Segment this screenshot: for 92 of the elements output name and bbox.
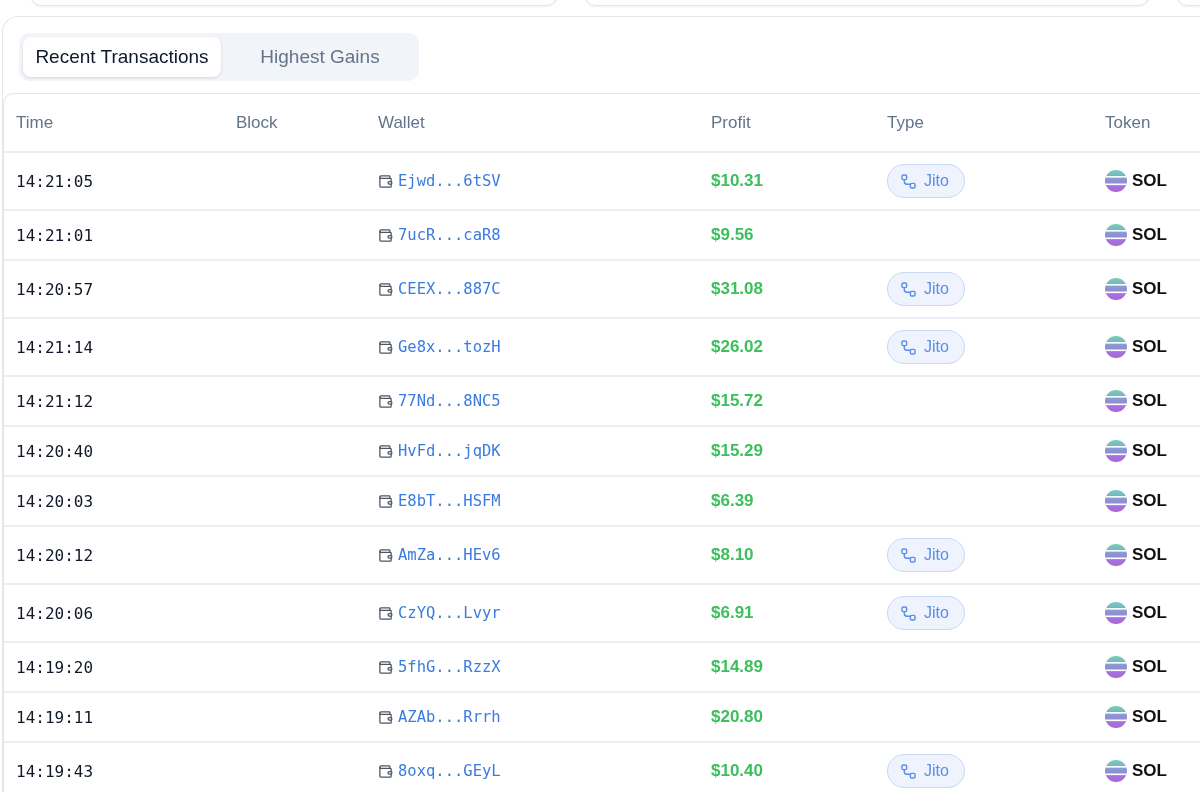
column-header: Wallet bbox=[378, 113, 426, 133]
profit-cell-text: $6.39 bbox=[711, 491, 755, 511]
wallet-icon bbox=[378, 763, 393, 779]
column-header: Type bbox=[887, 113, 925, 133]
profit-cell-text: $14.89 bbox=[711, 657, 764, 677]
wallet-link[interactable]: HvFd...jqDK bbox=[378, 442, 501, 460]
coin-icon bbox=[1105, 170, 1127, 192]
time-cell-text: 14:21:01 bbox=[16, 225, 95, 245]
wallet-icon bbox=[378, 173, 393, 189]
token-label: SOL bbox=[1132, 545, 1167, 565]
coin-icon bbox=[1105, 440, 1127, 462]
coin-icon bbox=[1105, 390, 1127, 412]
tab[interactable]: Recent Transactions bbox=[23, 37, 221, 77]
coin-icon bbox=[1105, 760, 1127, 782]
profit-cell-text: $26.02 bbox=[711, 337, 764, 357]
route-icon bbox=[901, 547, 916, 563]
wallet-icon bbox=[378, 393, 393, 409]
coin-icon bbox=[1105, 490, 1127, 512]
wallet-icon bbox=[378, 339, 393, 355]
time-cell-text: 14:20:12 bbox=[16, 545, 95, 565]
profit-cell-text: $6.91 bbox=[711, 603, 755, 623]
column-header: Profit bbox=[711, 113, 752, 133]
token-label: SOL bbox=[1132, 279, 1167, 299]
time-cell-text: 14:19:43 bbox=[16, 761, 95, 781]
time-cell-text: 14:20:06 bbox=[16, 603, 95, 623]
wallet-icon bbox=[378, 227, 393, 243]
profit-cell-text: $15.72 bbox=[711, 391, 764, 411]
route-icon bbox=[901, 173, 916, 189]
coin-icon bbox=[1105, 224, 1127, 246]
time-cell-text: 14:21:14 bbox=[16, 337, 95, 357]
coin-icon bbox=[1105, 656, 1127, 678]
wallet-icon bbox=[378, 605, 393, 621]
time-cell-text: 14:20:57 bbox=[16, 279, 95, 299]
tab[interactable]: Highest Gains bbox=[225, 37, 415, 77]
wallet-icon bbox=[378, 709, 393, 725]
profit-cell-text: $20.80 bbox=[711, 707, 764, 727]
profit-cell-text: $31.08 bbox=[711, 279, 764, 299]
token-label: SOL bbox=[1132, 603, 1167, 623]
token-label: SOL bbox=[1132, 491, 1167, 511]
coin-icon bbox=[1105, 336, 1127, 358]
profit-cell-text: $8.10 bbox=[711, 545, 755, 565]
wallet-link[interactable]: E8bT...HSFM bbox=[378, 492, 501, 510]
wallet-icon bbox=[378, 659, 393, 675]
type-label: Jito bbox=[924, 546, 949, 564]
column-header: Block bbox=[236, 113, 279, 133]
token-label: SOL bbox=[1132, 441, 1167, 461]
route-icon bbox=[901, 763, 916, 779]
token-label: SOL bbox=[1132, 337, 1167, 357]
time-cell-text: 14:19:20 bbox=[16, 657, 95, 677]
token-label: SOL bbox=[1132, 391, 1167, 411]
coin-icon bbox=[1105, 278, 1127, 300]
profit-cell-text: $10.31 bbox=[711, 171, 764, 191]
column-header: Time bbox=[16, 113, 55, 133]
type-label: Jito bbox=[924, 172, 949, 190]
wallet-link[interactable]: Ejwd...6tSV bbox=[378, 172, 501, 190]
route-icon bbox=[901, 605, 916, 621]
time-cell-text: 14:20:03 bbox=[16, 491, 95, 511]
wallet-icon bbox=[378, 493, 393, 509]
wallet-icon bbox=[378, 547, 393, 563]
token-label: SOL bbox=[1132, 657, 1167, 677]
wallet-link[interactable]: 7ucR...caR8 bbox=[378, 226, 501, 244]
coin-icon bbox=[1105, 602, 1127, 624]
wallet-link[interactable]: AZAb...Rrrh bbox=[378, 708, 501, 726]
profit-cell-text: $10.40 bbox=[711, 761, 764, 781]
route-icon bbox=[901, 281, 916, 297]
time-cell-text: 14:21:05 bbox=[16, 171, 95, 191]
wallet-link[interactable]: 77Nd...8NC5 bbox=[378, 392, 501, 410]
token-label: SOL bbox=[1132, 761, 1167, 781]
column-header: Token bbox=[1105, 113, 1152, 133]
time-cell-text: 14:19:11 bbox=[16, 707, 95, 727]
wallet-link[interactable]: Ge8x...tozH bbox=[378, 338, 501, 356]
wallet-link[interactable]: 8oxq...GEyL bbox=[378, 762, 501, 780]
token-label: SOL bbox=[1132, 171, 1167, 191]
profit-cell-text: $15.29 bbox=[711, 441, 764, 461]
wallet-link[interactable]: 5fhG...RzzX bbox=[378, 658, 501, 676]
type-label: Jito bbox=[924, 338, 949, 356]
wallet-link[interactable]: CzYQ...Lvyr bbox=[378, 604, 501, 622]
wallet-link[interactable]: AmZa...HEv6 bbox=[378, 546, 501, 564]
coin-icon bbox=[1105, 544, 1127, 566]
wallet-link[interactable]: CEEX...887C bbox=[378, 280, 501, 298]
wallet-icon bbox=[378, 443, 393, 459]
coin-icon bbox=[1105, 706, 1127, 728]
route-icon bbox=[901, 339, 916, 355]
profit-cell-text: $9.56 bbox=[711, 225, 755, 245]
type-label: Jito bbox=[924, 280, 949, 298]
type-label: Jito bbox=[924, 604, 949, 622]
type-label: Jito bbox=[924, 762, 949, 780]
time-cell-text: 14:21:12 bbox=[16, 391, 95, 411]
wallet-icon bbox=[378, 281, 393, 297]
time-cell-text: 14:20:40 bbox=[16, 441, 95, 461]
token-label: SOL bbox=[1132, 225, 1167, 245]
token-label: SOL bbox=[1132, 707, 1167, 727]
